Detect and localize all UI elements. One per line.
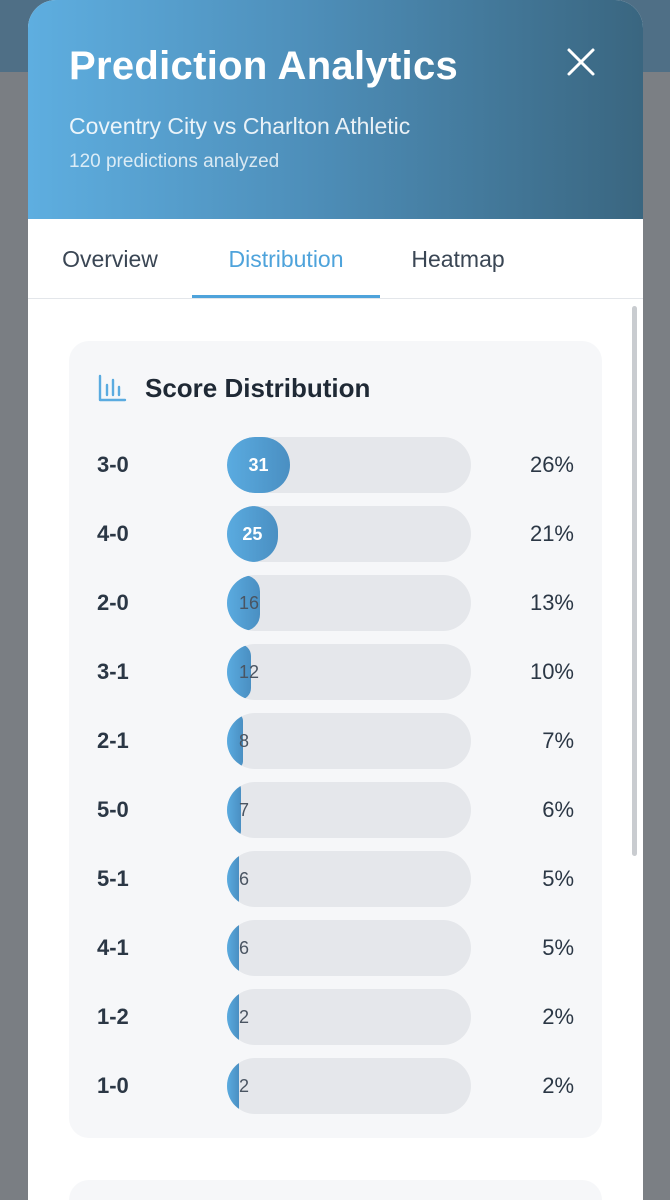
card-title: Score Distribution	[145, 373, 371, 403]
score-bar-track: 2	[227, 1058, 471, 1114]
modal-content: Score Distribution 3-0 31 26% 4-0 25 21% 2-0 16…	[28, 300, 643, 1200]
predictions-count: 120 predictions analyzed	[69, 151, 280, 172]
score-bar-track: 6	[227, 920, 471, 976]
score-row: 2-1 8 7%	[69, 713, 602, 769]
score-percentage: 26%	[529, 452, 574, 477]
close-icon	[567, 48, 595, 76]
score-bar-fill	[227, 989, 239, 1045]
score-label: 4-0	[97, 521, 129, 546]
score-bar-track: 16	[227, 575, 471, 631]
score-count: 6	[239, 869, 250, 889]
modal-header: Prediction Analytics Coventry City vs Ch…	[28, 0, 643, 219]
score-label: 3-0	[97, 452, 129, 477]
tab-overview[interactable]: Overview	[55, 219, 165, 299]
score-bar-track: 2	[227, 989, 471, 1045]
score-count: 2	[239, 1007, 250, 1027]
score-label: 5-1	[97, 866, 129, 891]
score-count: 12	[239, 662, 260, 682]
score-bar-track: 31	[227, 437, 471, 493]
score-row: 1-0 2 2%	[69, 1058, 602, 1114]
score-row: 4-0 25 21%	[69, 506, 602, 562]
score-percentage: 6%	[542, 797, 574, 822]
score-bar-track: 12	[227, 644, 471, 700]
score-percentage: 5%	[542, 935, 574, 960]
score-bar-track: 6	[227, 851, 471, 907]
match-subtitle: Coventry City vs Charlton Athletic	[69, 113, 411, 139]
score-row: 2-0 16 13%	[69, 575, 602, 631]
tab-distribution[interactable]: Distribution	[192, 219, 380, 299]
tab-heatmap[interactable]: Heatmap	[400, 219, 516, 299]
score-row: 3-0 31 26%	[69, 437, 602, 493]
next-card	[69, 1180, 602, 1200]
score-row: 1-2 2 2%	[69, 989, 602, 1045]
score-bar-track: 25	[227, 506, 471, 562]
score-percentage: 13%	[529, 590, 574, 615]
score-row: 3-1 12 10%	[69, 644, 602, 700]
score-count: 25	[242, 524, 263, 544]
score-percentage: 7%	[542, 728, 574, 753]
prediction-analytics-modal: Prediction Analytics Coventry City vs Ch…	[28, 0, 643, 1200]
score-label: 1-0	[97, 1073, 129, 1098]
score-label: 5-0	[97, 797, 129, 822]
active-tab-indicator	[192, 295, 380, 298]
score-bar-track: 8	[227, 713, 471, 769]
score-row: 4-1 6 5%	[69, 920, 602, 976]
close-button[interactable]	[564, 45, 598, 79]
score-label: 4-1	[97, 935, 129, 960]
score-bar-fill	[227, 851, 240, 907]
score-row: 5-0 7 6%	[69, 782, 602, 838]
bar-chart-icon	[98, 374, 127, 402]
score-bar-fill	[227, 1058, 239, 1114]
score-percentage: 10%	[529, 659, 574, 684]
score-count: 31	[248, 455, 269, 475]
score-percentage: 2%	[542, 1073, 574, 1098]
score-percentage: 21%	[529, 521, 574, 546]
score-count: 2	[239, 1076, 250, 1096]
score-percentage: 2%	[542, 1004, 574, 1029]
scrollbar[interactable]	[632, 306, 637, 856]
score-count: 8	[239, 731, 250, 751]
score-count: 16	[239, 593, 260, 613]
score-count: 7	[239, 800, 250, 820]
score-label: 2-1	[97, 728, 129, 753]
score-count: 6	[239, 938, 250, 958]
score-distribution-card: Score Distribution 3-0 31 26% 4-0 25 21% 2-0 16…	[69, 341, 602, 1138]
score-label: 1-2	[97, 1004, 129, 1029]
tab-bar: Overview Distribution Heatmap	[28, 219, 643, 299]
modal-title: Prediction Analytics	[69, 44, 459, 88]
score-label: 2-0	[97, 590, 129, 615]
score-label: 3-1	[97, 659, 129, 684]
score-percentage: 5%	[542, 866, 574, 891]
backdrop-side	[0, 72, 30, 1200]
score-bar-track: 7	[227, 782, 471, 838]
score-row: 5-1 6 5%	[69, 851, 602, 907]
score-bar-fill	[227, 920, 240, 976]
